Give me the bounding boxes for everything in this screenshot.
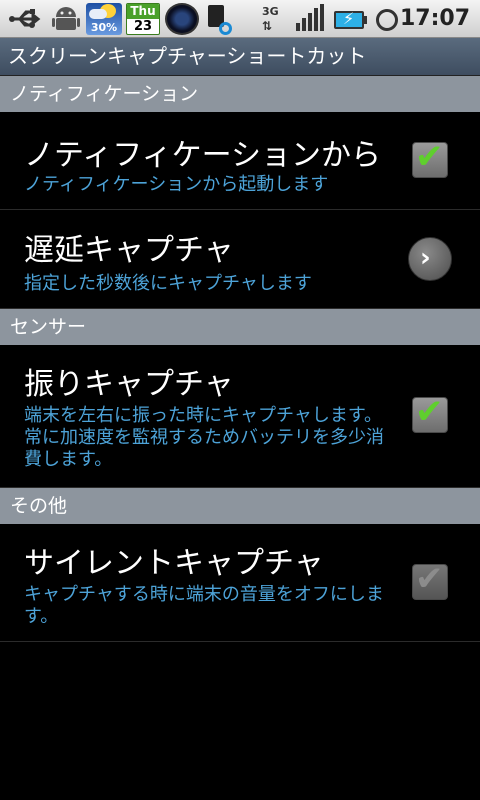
category-other-label: その他 <box>10 495 68 517</box>
pref-shake-capture[interactable]: 振りキャプチャ 端末を左右に振った時にキャプチャします。常に加速度を監視するため… <box>0 345 480 488</box>
weather-percent: 30% <box>90 21 118 34</box>
pref-delay-title: 遅延キャプチャ <box>24 233 234 268</box>
pref-notification-launch[interactable]: ノティフィケーションから ノティフィケーションから起動します ✔ <box>0 112 480 210</box>
weather-icon: 30% <box>86 3 122 35</box>
android-icon <box>52 7 80 30</box>
status-time: 17:07 <box>399 6 470 31</box>
category-sensor: センサー <box>0 309 480 345</box>
usb-icon <box>9 9 41 28</box>
calendar-day: Thu <box>127 4 159 19</box>
delay-open-button[interactable]: › <box>408 237 452 281</box>
pref-notification-title: ノティフィケーションから <box>24 138 381 173</box>
pref-silent-title: サイレントキャプチャ <box>24 546 324 581</box>
calendar-date: 23 <box>133 19 153 34</box>
category-notification: ノティフィケーション <box>0 76 480 112</box>
pref-shake-title: 振りキャプチャ <box>24 367 234 402</box>
app-title-bar: スクリーンキャプチャーショートカット <box>0 38 480 76</box>
sd-card-icon <box>206 3 232 35</box>
3g-icon: 3G ⇅ <box>262 5 279 33</box>
network-label: 3G <box>262 5 279 18</box>
alarm-icon <box>374 3 402 35</box>
check-icon: ✔ <box>415 137 444 177</box>
pref-notification-summary: ノティフィケーションから起動します <box>24 174 329 195</box>
category-other: その他 <box>0 488 480 524</box>
shake-checkbox[interactable]: ✔ <box>412 392 448 433</box>
pref-delay-summary: 指定した秒数後にキャプチャします <box>24 273 312 294</box>
silent-checkbox[interactable]: ✔ <box>412 559 448 600</box>
category-notification-label: ノティフィケーション <box>10 83 199 105</box>
check-icon: ✔ <box>415 392 444 432</box>
chevron-right-icon: › <box>420 243 431 273</box>
camera-app-icon <box>165 3 199 35</box>
pref-silent-capture[interactable]: サイレントキャプチャ キャプチャする時に端末の音量をオフにします。 ✔ <box>0 524 480 642</box>
battery-charging-icon: ⚡ <box>332 3 370 35</box>
calendar-icon: Thu 23 <box>126 3 160 35</box>
pref-silent-summary: キャプチャする時に端末の音量をオフにします。 <box>24 584 384 627</box>
pref-delay-capture[interactable]: 遅延キャプチャ 指定した秒数後にキャプチャします › <box>0 211 480 309</box>
status-bar: 30% Thu 23 3G ⇅ ⚡ 17:07 <box>0 0 480 38</box>
check-icon: ✔ <box>415 559 444 599</box>
category-sensor-label: センサー <box>10 316 87 338</box>
notification-checkbox[interactable]: ✔ <box>412 137 448 178</box>
app-title: スクリーンキャプチャーショートカット <box>8 44 367 68</box>
signal-icon <box>294 3 324 35</box>
pref-shake-summary: 端末を左右に振った時にキャプチャします。常に加速度を監視するためバッテリを多少消… <box>24 405 384 470</box>
